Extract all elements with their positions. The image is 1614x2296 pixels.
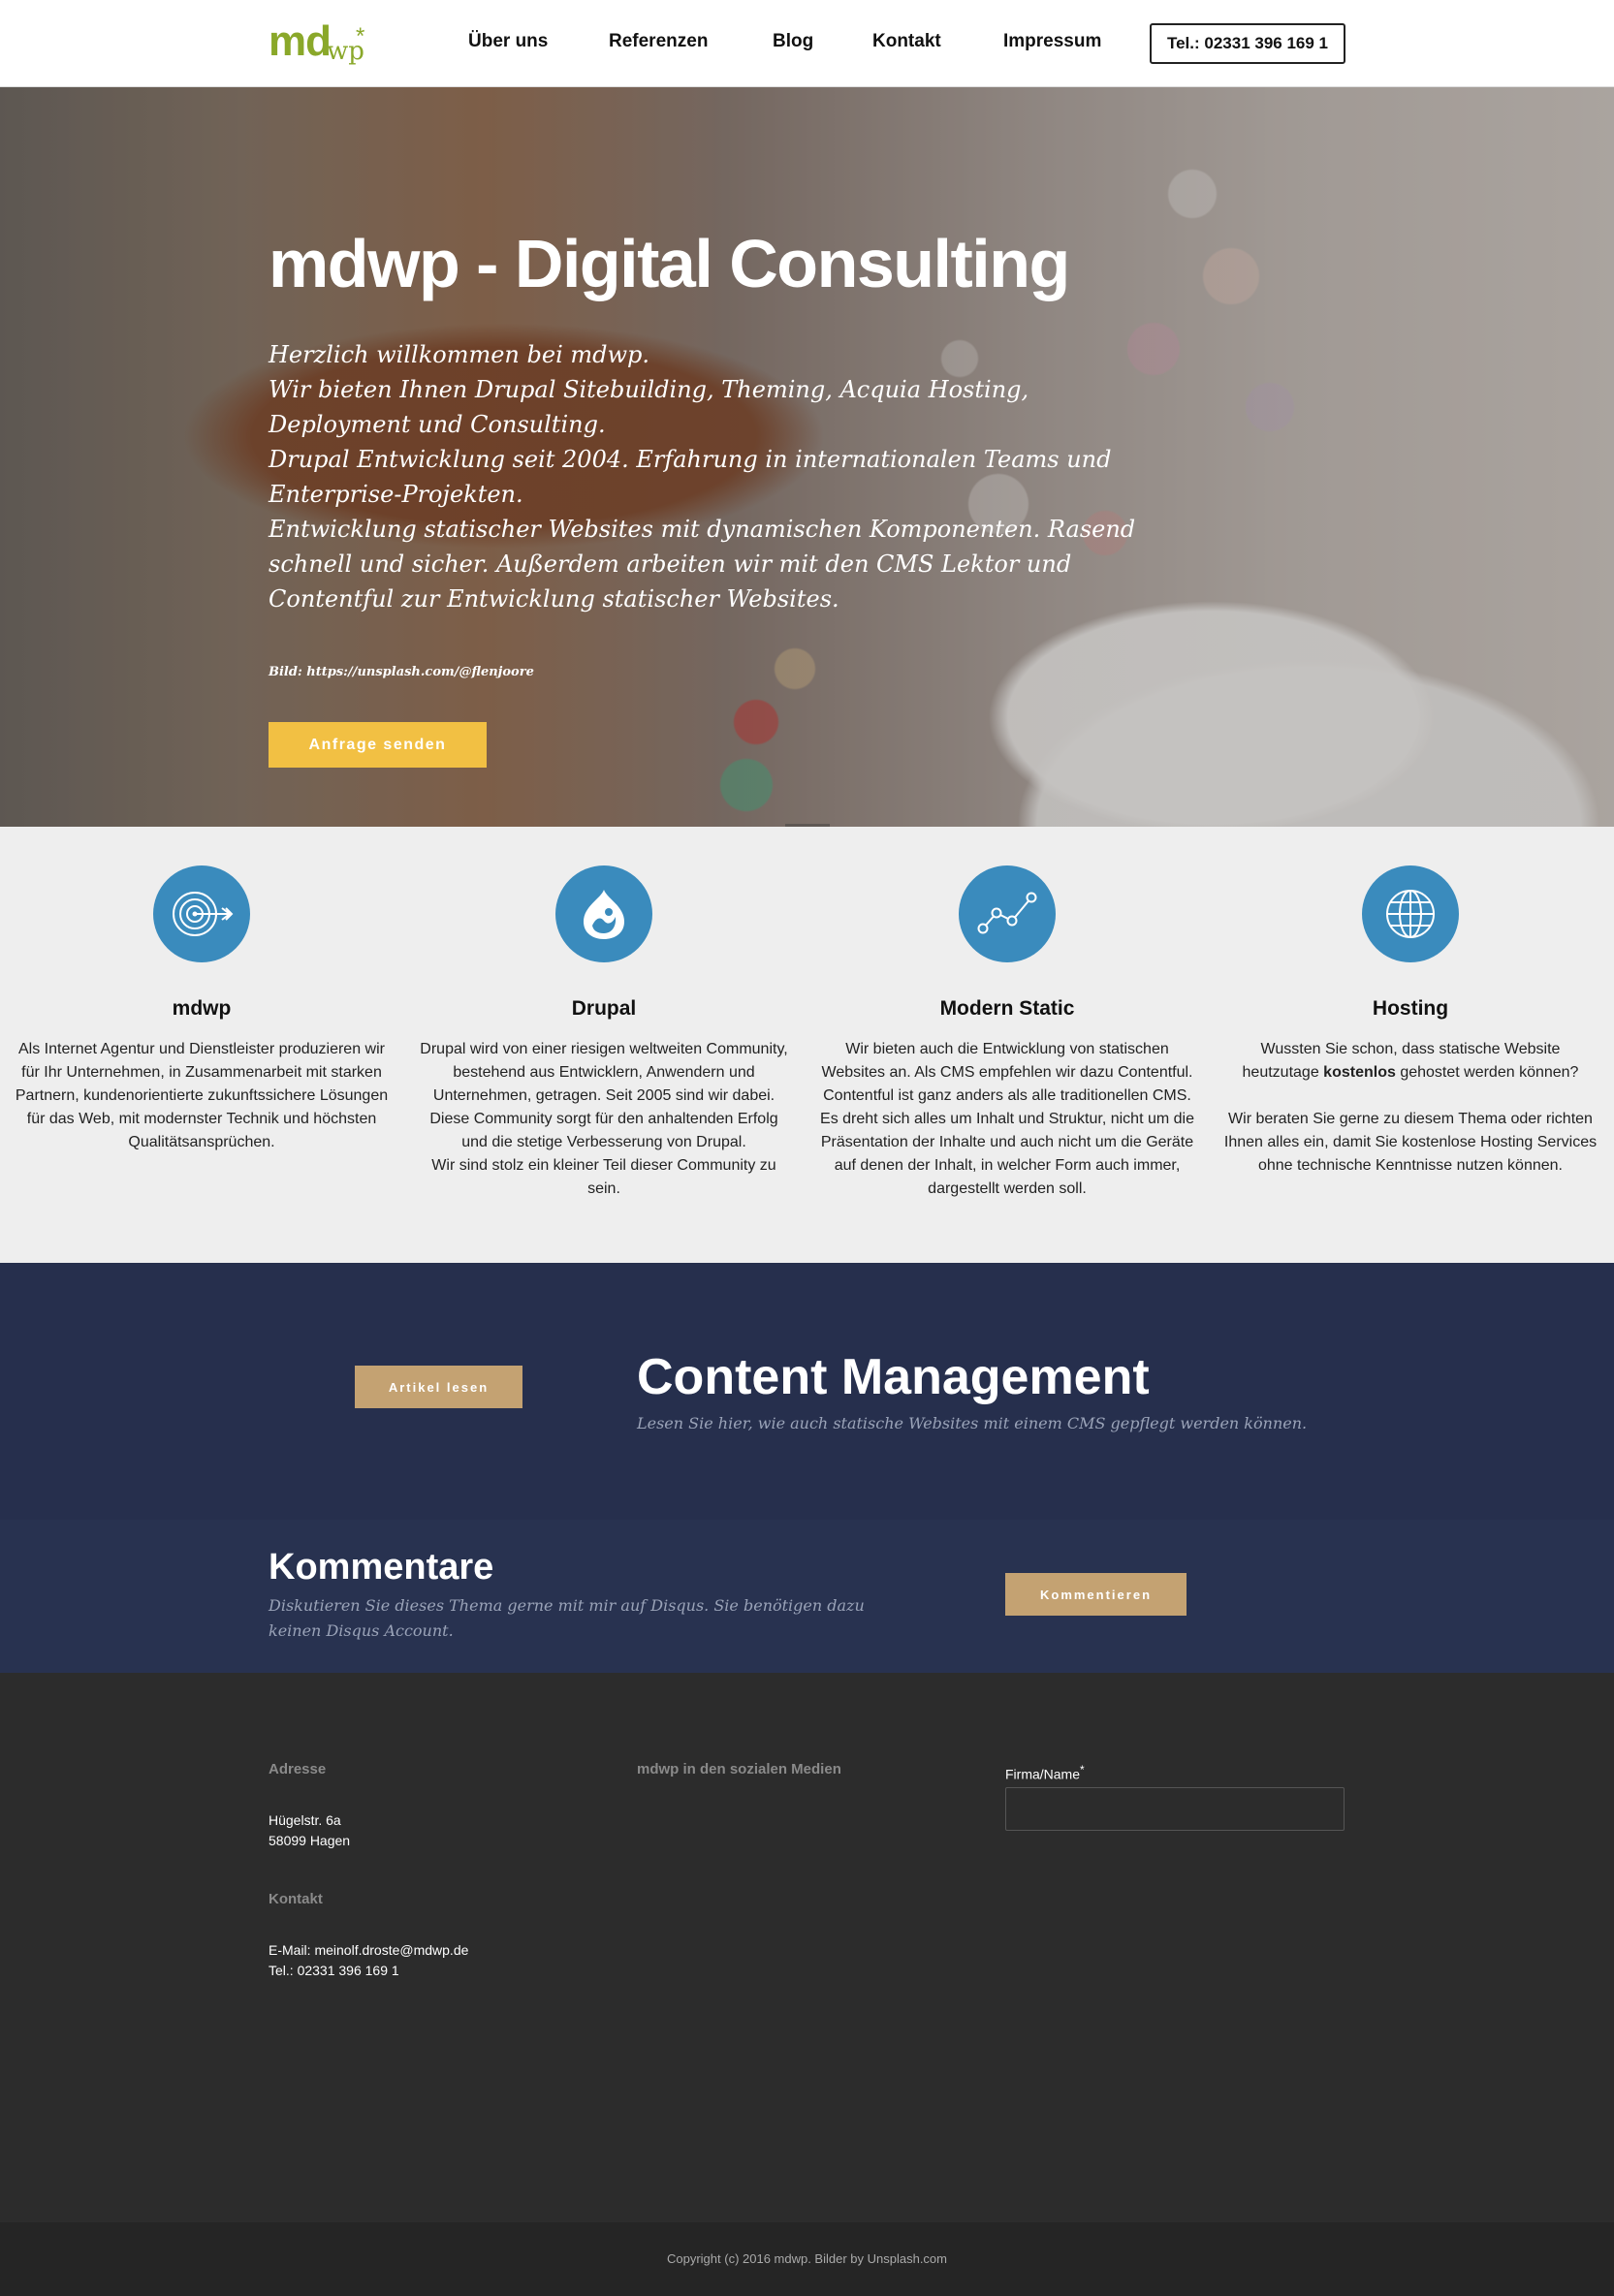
copyright-text: Copyright (c) 2016 mdwp. Bilder by Unspl… [666, 2251, 947, 2266]
hero-intro: Herzlich willkommen bei mdwp. Wir bieten… [269, 337, 1170, 616]
logo-star: * [356, 23, 365, 49]
cm-subtitle: Lesen Sie hier, wie auch statische Websi… [637, 1414, 1308, 1432]
request-button[interactable]: Anfrage senden [269, 722, 487, 768]
hero-line: Entwicklung statischer Websites mit dyna… [269, 516, 1136, 613]
feature-paragraph: Diese Community sorgt für den anhaltende… [429, 1111, 778, 1150]
feature-text: Wussten Sie schon, dass statische Websit… [1223, 1038, 1598, 1178]
contact-heading: Kontakt [269, 1891, 323, 1907]
footer: Adresse Hügelstr. 6a 58099 Hagen Kontakt… [0, 1673, 1614, 2222]
contact-text: E-Mail: meinolf.droste@mdwp.de Tel.: 023… [269, 1940, 468, 1981]
image-credit: Bild: https://unsplash.com/@flenjoore [269, 665, 534, 679]
feature-title: Modern Static [939, 997, 1075, 1020]
feature-text: Wir bieten auch die Entwicklung von stat… [820, 1038, 1194, 1201]
hero-line: Wir bieten Ihnen Drupal Sitebuilding, Th… [269, 376, 1029, 438]
nav-ueber-uns[interactable]: Über uns [468, 31, 548, 52]
feature-paragraph: Contentful ist ganz anders als alle trad… [820, 1087, 1194, 1197]
content-management-banner: Artikel lesen Content Management Lesen S… [0, 1263, 1614, 1520]
feature-text-after: gehostet werden können? [1400, 1064, 1579, 1081]
features-section: mdwp Als Internet Agentur und Dienstleis… [0, 827, 1614, 1263]
target-icon [153, 865, 250, 962]
comments-title: Kommentare [269, 1547, 494, 1588]
comments-section: Kommentare Diskutieren Sie dieses Thema … [0, 1520, 1614, 1673]
cm-title: Content Management [637, 1349, 1150, 1405]
logo[interactable]: md wp * [269, 17, 375, 68]
copyright-bar: Copyright (c) 2016 mdwp. Bilder by Unspl… [0, 2222, 1614, 2296]
nav-impressum[interactable]: Impressum [1003, 31, 1101, 52]
feature-text: Drupal wird von einer riesigen weltweite… [417, 1038, 791, 1201]
feature-title: Hosting [1372, 997, 1449, 1020]
address-text: Hügelstr. 6a 58099 Hagen [269, 1810, 350, 1851]
comments-subtitle: Diskutieren Sie dieses Thema gerne mit m… [269, 1596, 865, 1640]
top-navigation: md wp * Über uns Referenzen Blog Kontakt… [0, 0, 1614, 87]
hero-line: Drupal Entwicklung seit 2004. Erfahrung … [269, 446, 1112, 508]
contact-phone[interactable]: Tel.: 02331 396 169 1 [269, 1961, 468, 1981]
nav-blog[interactable]: Blog [773, 31, 813, 52]
feature-paragraph: Wir bieten auch die Entwicklung von stat… [821, 1041, 1193, 1081]
feature-text: Als Internet Agentur und Dienstleister p… [15, 1041, 389, 1150]
logo-md: md [269, 17, 332, 65]
nav-referenzen[interactable]: Referenzen [609, 31, 708, 52]
address-heading: Adresse [269, 1761, 327, 1777]
required-marker: * [1080, 1763, 1085, 1777]
nav-kontakt[interactable]: Kontakt [872, 31, 941, 52]
phone-button[interactable]: Tel.: 02331 396 169 1 [1150, 23, 1345, 64]
name-field[interactable] [1005, 1787, 1345, 1831]
feature-paragraph: Wussten Sie schon, dass statische Websit… [1223, 1038, 1598, 1085]
globe-icon [1362, 865, 1459, 962]
feature-title: Drupal [571, 997, 637, 1020]
name-field-label: Firma/Name* [1005, 1763, 1085, 1782]
drupal-icon [555, 865, 652, 962]
contact-email[interactable]: E-Mail: meinolf.droste@mdwp.de [269, 1940, 468, 1961]
chart-line-icon [959, 865, 1056, 962]
social-heading: mdwp in den sozialen Medien [637, 1761, 841, 1777]
name-field-label-text: Firma/Name [1005, 1766, 1081, 1782]
feature-title: mdwp [172, 997, 232, 1020]
feature-paragraph: Wir beraten Sie gerne zu diesem Thema od… [1223, 1111, 1598, 1174]
address-city: 58099 Hagen [269, 1833, 351, 1848]
read-article-button[interactable]: Artikel lesen [355, 1366, 522, 1408]
hero-line: Herzlich willkommen bei mdwp. [269, 341, 650, 368]
feature-text-bold: kostenlos [1323, 1064, 1396, 1081]
comment-button[interactable]: Kommentieren [1005, 1573, 1187, 1616]
hero-section: mdwp - Digital Consulting Herzlich willk… [0, 87, 1614, 827]
feature-paragraph: Wir sind stolz ein kleiner Teil dieser C… [431, 1157, 776, 1197]
feature-paragraph: Drupal wird von einer riesigen weltweite… [420, 1041, 788, 1104]
address-street: Hügelstr. 6a [269, 1812, 341, 1828]
hero-title: mdwp - Digital Consulting [269, 226, 1070, 301]
